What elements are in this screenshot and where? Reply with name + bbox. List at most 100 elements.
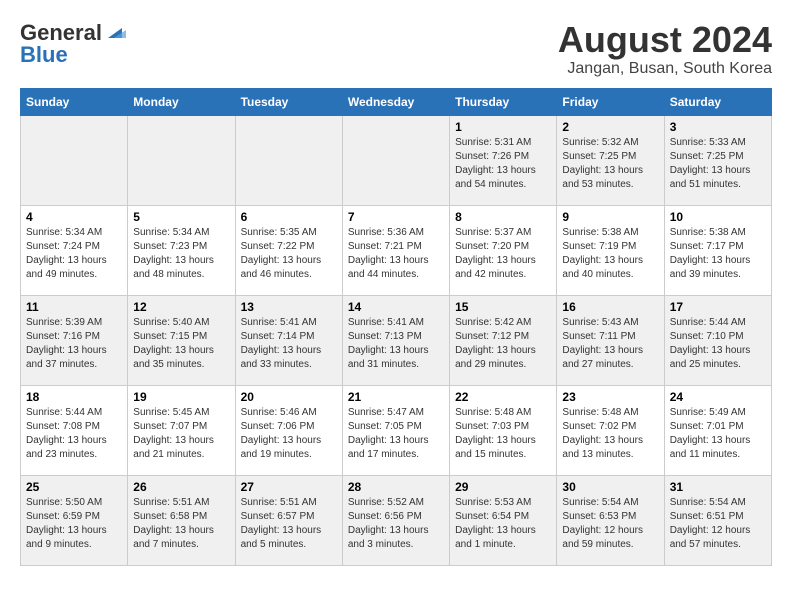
calendar-cell: [128, 115, 235, 205]
day-info: Sunrise: 5:48 AM Sunset: 7:02 PM Dayligh…: [562, 406, 658, 462]
day-number: 19: [133, 390, 229, 404]
header-row: SundayMondayTuesdayWednesdayThursdayFrid…: [21, 88, 772, 115]
day-number: 15: [455, 300, 551, 314]
day-number: 20: [241, 390, 337, 404]
day-number: 1: [455, 120, 551, 134]
day-number: 14: [348, 300, 444, 314]
calendar-body: 1 Sunrise: 5:31 AM Sunset: 7:26 PM Daylig…: [21, 115, 772, 565]
day-number: 30: [562, 480, 658, 494]
calendar-cell: 31 Sunrise: 5:54 AM Sunset: 6:51 PM Dayli…: [664, 475, 771, 565]
calendar-cell: 17 Sunrise: 5:44 AM Sunset: 7:10 PM Dayli…: [664, 295, 771, 385]
calendar-cell: 28 Sunrise: 5:52 AM Sunset: 6:56 PM Dayli…: [342, 475, 449, 565]
day-info: Sunrise: 5:51 AM Sunset: 6:58 PM Dayligh…: [133, 496, 229, 552]
day-number: 23: [562, 390, 658, 404]
day-info: Sunrise: 5:38 AM Sunset: 7:17 PM Dayligh…: [670, 226, 766, 282]
header-day-wednesday: Wednesday: [342, 88, 449, 115]
day-number: 13: [241, 300, 337, 314]
calendar-cell: 25 Sunrise: 5:50 AM Sunset: 6:59 PM Dayli…: [21, 475, 128, 565]
calendar-cell: 22Sunrise: 5:48 AM Sunset: 7:03 PM Dayli…: [450, 385, 557, 475]
title-block: August 2024 Jangan, Busan, South Korea: [558, 20, 772, 78]
calendar-cell: [235, 115, 342, 205]
calendar-cell: 3 Sunrise: 5:33 AM Sunset: 7:25 PM Daylig…: [664, 115, 771, 205]
header-day-friday: Friday: [557, 88, 664, 115]
day-number: 7: [348, 210, 444, 224]
calendar-cell: 24 Sunrise: 5:49 AM Sunset: 7:01 PM Dayli…: [664, 385, 771, 475]
day-number: 12: [133, 300, 229, 314]
day-info: Sunrise: 5:36 AM Sunset: 7:21 PM Dayligh…: [348, 226, 444, 282]
calendar-cell: 8 Sunrise: 5:37 AM Sunset: 7:20 PM Daylig…: [450, 205, 557, 295]
day-number: 18: [26, 390, 122, 404]
day-number: 26: [133, 480, 229, 494]
calendar-cell: 20 Sunrise: 5:46 AM Sunset: 7:06 PM Dayli…: [235, 385, 342, 475]
calendar-cell: 26 Sunrise: 5:51 AM Sunset: 6:58 PM Dayli…: [128, 475, 235, 565]
calendar-cell: 10 Sunrise: 5:38 AM Sunset: 7:17 PM Dayli…: [664, 205, 771, 295]
week-row-2: 4Sunrise: 5:34 AM Sunset: 7:24 PM Daylig…: [21, 205, 772, 295]
day-number: 22: [455, 390, 551, 404]
day-number: 21: [348, 390, 444, 404]
day-number: 28: [348, 480, 444, 494]
week-row-3: 11 Sunrise: 5:39 AM Sunset: 7:16 PM Dayli…: [21, 295, 772, 385]
calendar-cell: 21 Sunrise: 5:47 AM Sunset: 7:05 PM Dayli…: [342, 385, 449, 475]
day-info: Sunrise: 5:31 AM Sunset: 7:26 PM Dayligh…: [455, 136, 551, 192]
day-info: Sunrise: 5:44 AM Sunset: 7:08 PM Dayligh…: [26, 406, 122, 462]
week-row-5: 25 Sunrise: 5:50 AM Sunset: 6:59 PM Dayli…: [21, 475, 772, 565]
day-info: Sunrise: 5:50 AM Sunset: 6:59 PM Dayligh…: [26, 496, 122, 552]
calendar-cell: 1 Sunrise: 5:31 AM Sunset: 7:26 PM Daylig…: [450, 115, 557, 205]
day-info: Sunrise: 5:52 AM Sunset: 6:56 PM Dayligh…: [348, 496, 444, 552]
day-number: 3: [670, 120, 766, 134]
day-number: 24: [670, 390, 766, 404]
week-row-4: 18 Sunrise: 5:44 AM Sunset: 7:08 PM Dayli…: [21, 385, 772, 475]
day-info: Sunrise: 5:54 AM Sunset: 6:51 PM Dayligh…: [670, 496, 766, 552]
calendar-cell: 5Sunrise: 5:34 AM Sunset: 7:23 PM Daylig…: [128, 205, 235, 295]
day-number: 27: [241, 480, 337, 494]
calendar-cell: 7 Sunrise: 5:36 AM Sunset: 7:21 PM Daylig…: [342, 205, 449, 295]
day-number: 25: [26, 480, 122, 494]
calendar-table: SundayMondayTuesdayWednesdayThursdayFrid…: [20, 88, 772, 566]
day-info: Sunrise: 5:46 AM Sunset: 7:06 PM Dayligh…: [241, 406, 337, 462]
day-info: Sunrise: 5:47 AM Sunset: 7:05 PM Dayligh…: [348, 406, 444, 462]
calendar-cell: 16Sunrise: 5:43 AM Sunset: 7:11 PM Dayli…: [557, 295, 664, 385]
day-info: Sunrise: 5:35 AM Sunset: 7:22 PM Dayligh…: [241, 226, 337, 282]
calendar-cell: 30 Sunrise: 5:54 AM Sunset: 6:53 PM Dayli…: [557, 475, 664, 565]
day-info: Sunrise: 5:51 AM Sunset: 6:57 PM Dayligh…: [241, 496, 337, 552]
calendar-cell: 18 Sunrise: 5:44 AM Sunset: 7:08 PM Dayli…: [21, 385, 128, 475]
logo: General Blue: [20, 20, 126, 68]
day-number: 9: [562, 210, 658, 224]
day-info: Sunrise: 5:38 AM Sunset: 7:19 PM Dayligh…: [562, 226, 658, 282]
day-info: Sunrise: 5:34 AM Sunset: 7:23 PM Dayligh…: [133, 226, 229, 282]
location: Jangan, Busan, South Korea: [558, 60, 772, 78]
calendar-cell: 11 Sunrise: 5:39 AM Sunset: 7:16 PM Dayli…: [21, 295, 128, 385]
calendar-cell: [342, 115, 449, 205]
day-info: Sunrise: 5:45 AM Sunset: 7:07 PM Dayligh…: [133, 406, 229, 462]
calendar-cell: 2Sunrise: 5:32 AM Sunset: 7:25 PM Daylig…: [557, 115, 664, 205]
calendar-cell: 9 Sunrise: 5:38 AM Sunset: 7:19 PM Daylig…: [557, 205, 664, 295]
day-info: Sunrise: 5:33 AM Sunset: 7:25 PM Dayligh…: [670, 136, 766, 192]
day-number: 11: [26, 300, 122, 314]
calendar-cell: 23 Sunrise: 5:48 AM Sunset: 7:02 PM Dayli…: [557, 385, 664, 475]
day-info: Sunrise: 5:37 AM Sunset: 7:20 PM Dayligh…: [455, 226, 551, 282]
day-info: Sunrise: 5:53 AM Sunset: 6:54 PM Dayligh…: [455, 496, 551, 552]
day-info: Sunrise: 5:34 AM Sunset: 7:24 PM Dayligh…: [26, 226, 122, 282]
calendar-cell: 29 Sunrise: 5:53 AM Sunset: 6:54 PM Dayli…: [450, 475, 557, 565]
header-day-saturday: Saturday: [664, 88, 771, 115]
day-number: 2: [562, 120, 658, 134]
day-info: Sunrise: 5:49 AM Sunset: 7:01 PM Dayligh…: [670, 406, 766, 462]
day-number: 29: [455, 480, 551, 494]
calendar-cell: 14 Sunrise: 5:41 AM Sunset: 7:13 PM Dayli…: [342, 295, 449, 385]
day-info: Sunrise: 5:44 AM Sunset: 7:10 PM Dayligh…: [670, 316, 766, 372]
day-info: Sunrise: 5:41 AM Sunset: 7:13 PM Dayligh…: [348, 316, 444, 372]
day-number: 31: [670, 480, 766, 494]
header-day-tuesday: Tuesday: [235, 88, 342, 115]
header-day-sunday: Sunday: [21, 88, 128, 115]
calendar-cell: 19 Sunrise: 5:45 AM Sunset: 7:07 PM Dayli…: [128, 385, 235, 475]
day-number: 17: [670, 300, 766, 314]
day-number: 10: [670, 210, 766, 224]
day-number: 8: [455, 210, 551, 224]
calendar-cell: 12Sunrise: 5:40 AM Sunset: 7:15 PM Dayli…: [128, 295, 235, 385]
calendar-cell: 4Sunrise: 5:34 AM Sunset: 7:24 PM Daylig…: [21, 205, 128, 295]
day-info: Sunrise: 5:39 AM Sunset: 7:16 PM Dayligh…: [26, 316, 122, 372]
day-info: Sunrise: 5:54 AM Sunset: 6:53 PM Dayligh…: [562, 496, 658, 552]
header-day-thursday: Thursday: [450, 88, 557, 115]
page-header: General Blue August 2024 Jangan, Busan, …: [20, 20, 772, 78]
week-row-1: 1 Sunrise: 5:31 AM Sunset: 7:26 PM Daylig…: [21, 115, 772, 205]
